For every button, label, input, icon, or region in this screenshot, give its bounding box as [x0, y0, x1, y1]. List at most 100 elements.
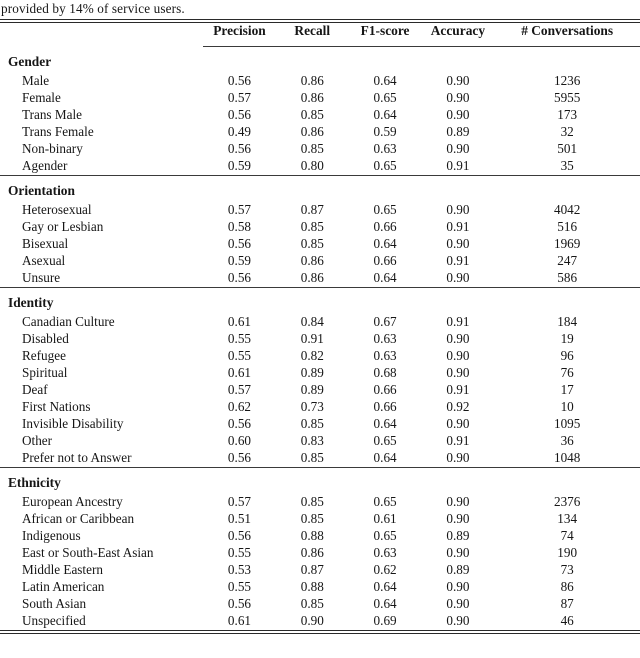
cell-accuracy: 0.90 — [446, 348, 470, 363]
cell-conv: 76 — [560, 365, 574, 380]
cell-f1: 0.65 — [373, 90, 397, 105]
cell-recall: 0.85 — [300, 236, 324, 251]
row-label: Prefer not to Answer — [22, 450, 132, 465]
cell-conv: 1969 — [553, 236, 581, 251]
section-header-row: Orientation — [0, 176, 640, 202]
table-row: Disabled 0.55 0.91 0.63 0.90 19 — [0, 331, 640, 348]
cell-recall: 0.85 — [300, 511, 324, 526]
row-label: Agender — [22, 158, 68, 173]
caption-continuation-text: provided by 14% of service users. — [1, 1, 185, 16]
cell-recall: 0.91 — [300, 331, 324, 346]
cell-precision: 0.56 — [227, 141, 251, 156]
cell-precision: 0.61 — [227, 613, 251, 628]
cell-precision: 0.57 — [227, 90, 251, 105]
cell-f1: 0.62 — [373, 562, 397, 577]
cell-f1: 0.65 — [373, 158, 397, 173]
cell-conv: 74 — [560, 528, 574, 543]
cell-conv: 32 — [560, 124, 574, 139]
row-label: Canadian Culture — [22, 314, 115, 329]
table-row: Unsure 0.56 0.86 0.64 0.90 586 — [0, 270, 640, 288]
cell-recall: 0.80 — [300, 158, 324, 173]
row-label: South Asian — [22, 596, 87, 611]
row-label: East or South-East Asian — [22, 545, 154, 560]
cell-conv: 1095 — [553, 416, 581, 431]
cell-conv: 2376 — [553, 494, 581, 509]
table-row: European Ancestry 0.57 0.85 0.65 0.90 2376 — [0, 494, 640, 511]
section-title: Identity — [8, 295, 54, 310]
cell-f1: 0.65 — [373, 494, 397, 509]
cell-f1: 0.59 — [373, 124, 397, 139]
cell-precision: 0.59 — [227, 253, 251, 268]
cell-accuracy: 0.90 — [446, 579, 470, 594]
table-row: South Asian 0.56 0.85 0.64 0.90 87 — [0, 596, 640, 613]
cell-conv: 87 — [560, 596, 574, 611]
cell-conv: 17 — [560, 382, 574, 397]
cell-recall: 0.85 — [300, 416, 324, 431]
cell-precision: 0.59 — [227, 158, 251, 173]
cell-accuracy: 0.90 — [446, 365, 470, 380]
cell-recall: 0.86 — [300, 545, 324, 560]
cell-precision: 0.56 — [227, 270, 251, 285]
row-label: Middle Eastern — [22, 562, 103, 577]
cell-recall: 0.85 — [300, 107, 324, 122]
table-row: Gay or Lesbian 0.58 0.85 0.66 0.91 516 — [0, 219, 640, 236]
cell-precision: 0.56 — [227, 73, 251, 88]
cell-recall: 0.89 — [300, 382, 324, 397]
row-label: Refugee — [22, 348, 66, 363]
table-row: Heterosexual 0.57 0.87 0.65 0.90 4042 — [0, 202, 640, 219]
cell-recall: 0.85 — [300, 450, 324, 465]
cell-f1: 0.64 — [373, 416, 397, 431]
cell-precision: 0.55 — [227, 579, 251, 594]
row-label: Unspecified — [22, 613, 86, 628]
table-row: East or South-East Asian 0.55 0.86 0.63 0.90… — [0, 545, 640, 562]
row-label: First Nations — [22, 399, 91, 414]
cell-accuracy: 0.89 — [446, 562, 470, 577]
row-label: Unsure — [22, 270, 61, 285]
table-row: First Nations 0.62 0.73 0.66 0.92 10 — [0, 399, 640, 416]
cell-recall: 0.86 — [300, 270, 324, 285]
cell-accuracy: 0.90 — [446, 416, 470, 431]
cell-f1: 0.69 — [373, 613, 397, 628]
table-row: Agender 0.59 0.80 0.65 0.91 35 — [0, 158, 640, 176]
cell-conv: 173 — [557, 107, 578, 122]
cell-accuracy: 0.91 — [446, 433, 470, 448]
row-label: Bisexual — [22, 236, 69, 251]
cell-accuracy: 0.90 — [446, 141, 470, 156]
cell-accuracy: 0.90 — [446, 450, 470, 465]
cell-recall: 0.86 — [300, 253, 324, 268]
cell-accuracy: 0.91 — [446, 314, 470, 329]
cell-recall: 0.85 — [300, 596, 324, 611]
cell-accuracy: 0.89 — [446, 124, 470, 139]
cell-accuracy: 0.90 — [446, 73, 470, 88]
cell-f1: 0.67 — [373, 314, 397, 329]
cell-conv: 5955 — [553, 90, 581, 105]
cell-precision: 0.56 — [227, 236, 251, 251]
cell-recall: 0.90 — [300, 613, 324, 628]
table-row: Trans Male 0.56 0.85 0.64 0.90 173 — [0, 107, 640, 124]
bottomrule-line — [0, 630, 640, 634]
cell-recall: 0.85 — [300, 219, 324, 234]
column-header-accuracy: Accuracy — [430, 23, 486, 38]
cell-accuracy: 0.90 — [446, 270, 470, 285]
table-row: Non-binary 0.56 0.85 0.63 0.90 501 — [0, 141, 640, 158]
cell-precision: 0.56 — [227, 596, 251, 611]
cell-f1: 0.66 — [373, 253, 397, 268]
cell-accuracy: 0.90 — [446, 596, 470, 611]
table-row: Canadian Culture 0.61 0.84 0.67 0.91 184 — [0, 314, 640, 331]
cell-f1: 0.66 — [373, 399, 397, 414]
cell-precision: 0.51 — [227, 511, 251, 526]
cell-f1: 0.64 — [373, 236, 397, 251]
table-row: Asexual 0.59 0.86 0.66 0.91 247 — [0, 253, 640, 270]
table-row: Indigenous 0.56 0.88 0.65 0.89 74 — [0, 528, 640, 545]
cell-precision: 0.62 — [227, 399, 251, 414]
section-title: Gender — [8, 54, 52, 69]
cell-f1: 0.66 — [373, 219, 397, 234]
table-header-row: Precision Recall F1-score Accuracy # Con… — [0, 23, 640, 47]
section-title: Ethnicity — [8, 475, 61, 490]
table-row: Invisible Disability 0.56 0.85 0.64 0.90 1095 — [0, 416, 640, 433]
table-row: Refugee 0.55 0.82 0.63 0.90 96 — [0, 348, 640, 365]
cell-precision: 0.57 — [227, 494, 251, 509]
cell-conv: 35 — [560, 158, 574, 173]
cell-f1: 0.61 — [373, 511, 397, 526]
table-row: Bisexual 0.56 0.85 0.64 0.90 1969 — [0, 236, 640, 253]
